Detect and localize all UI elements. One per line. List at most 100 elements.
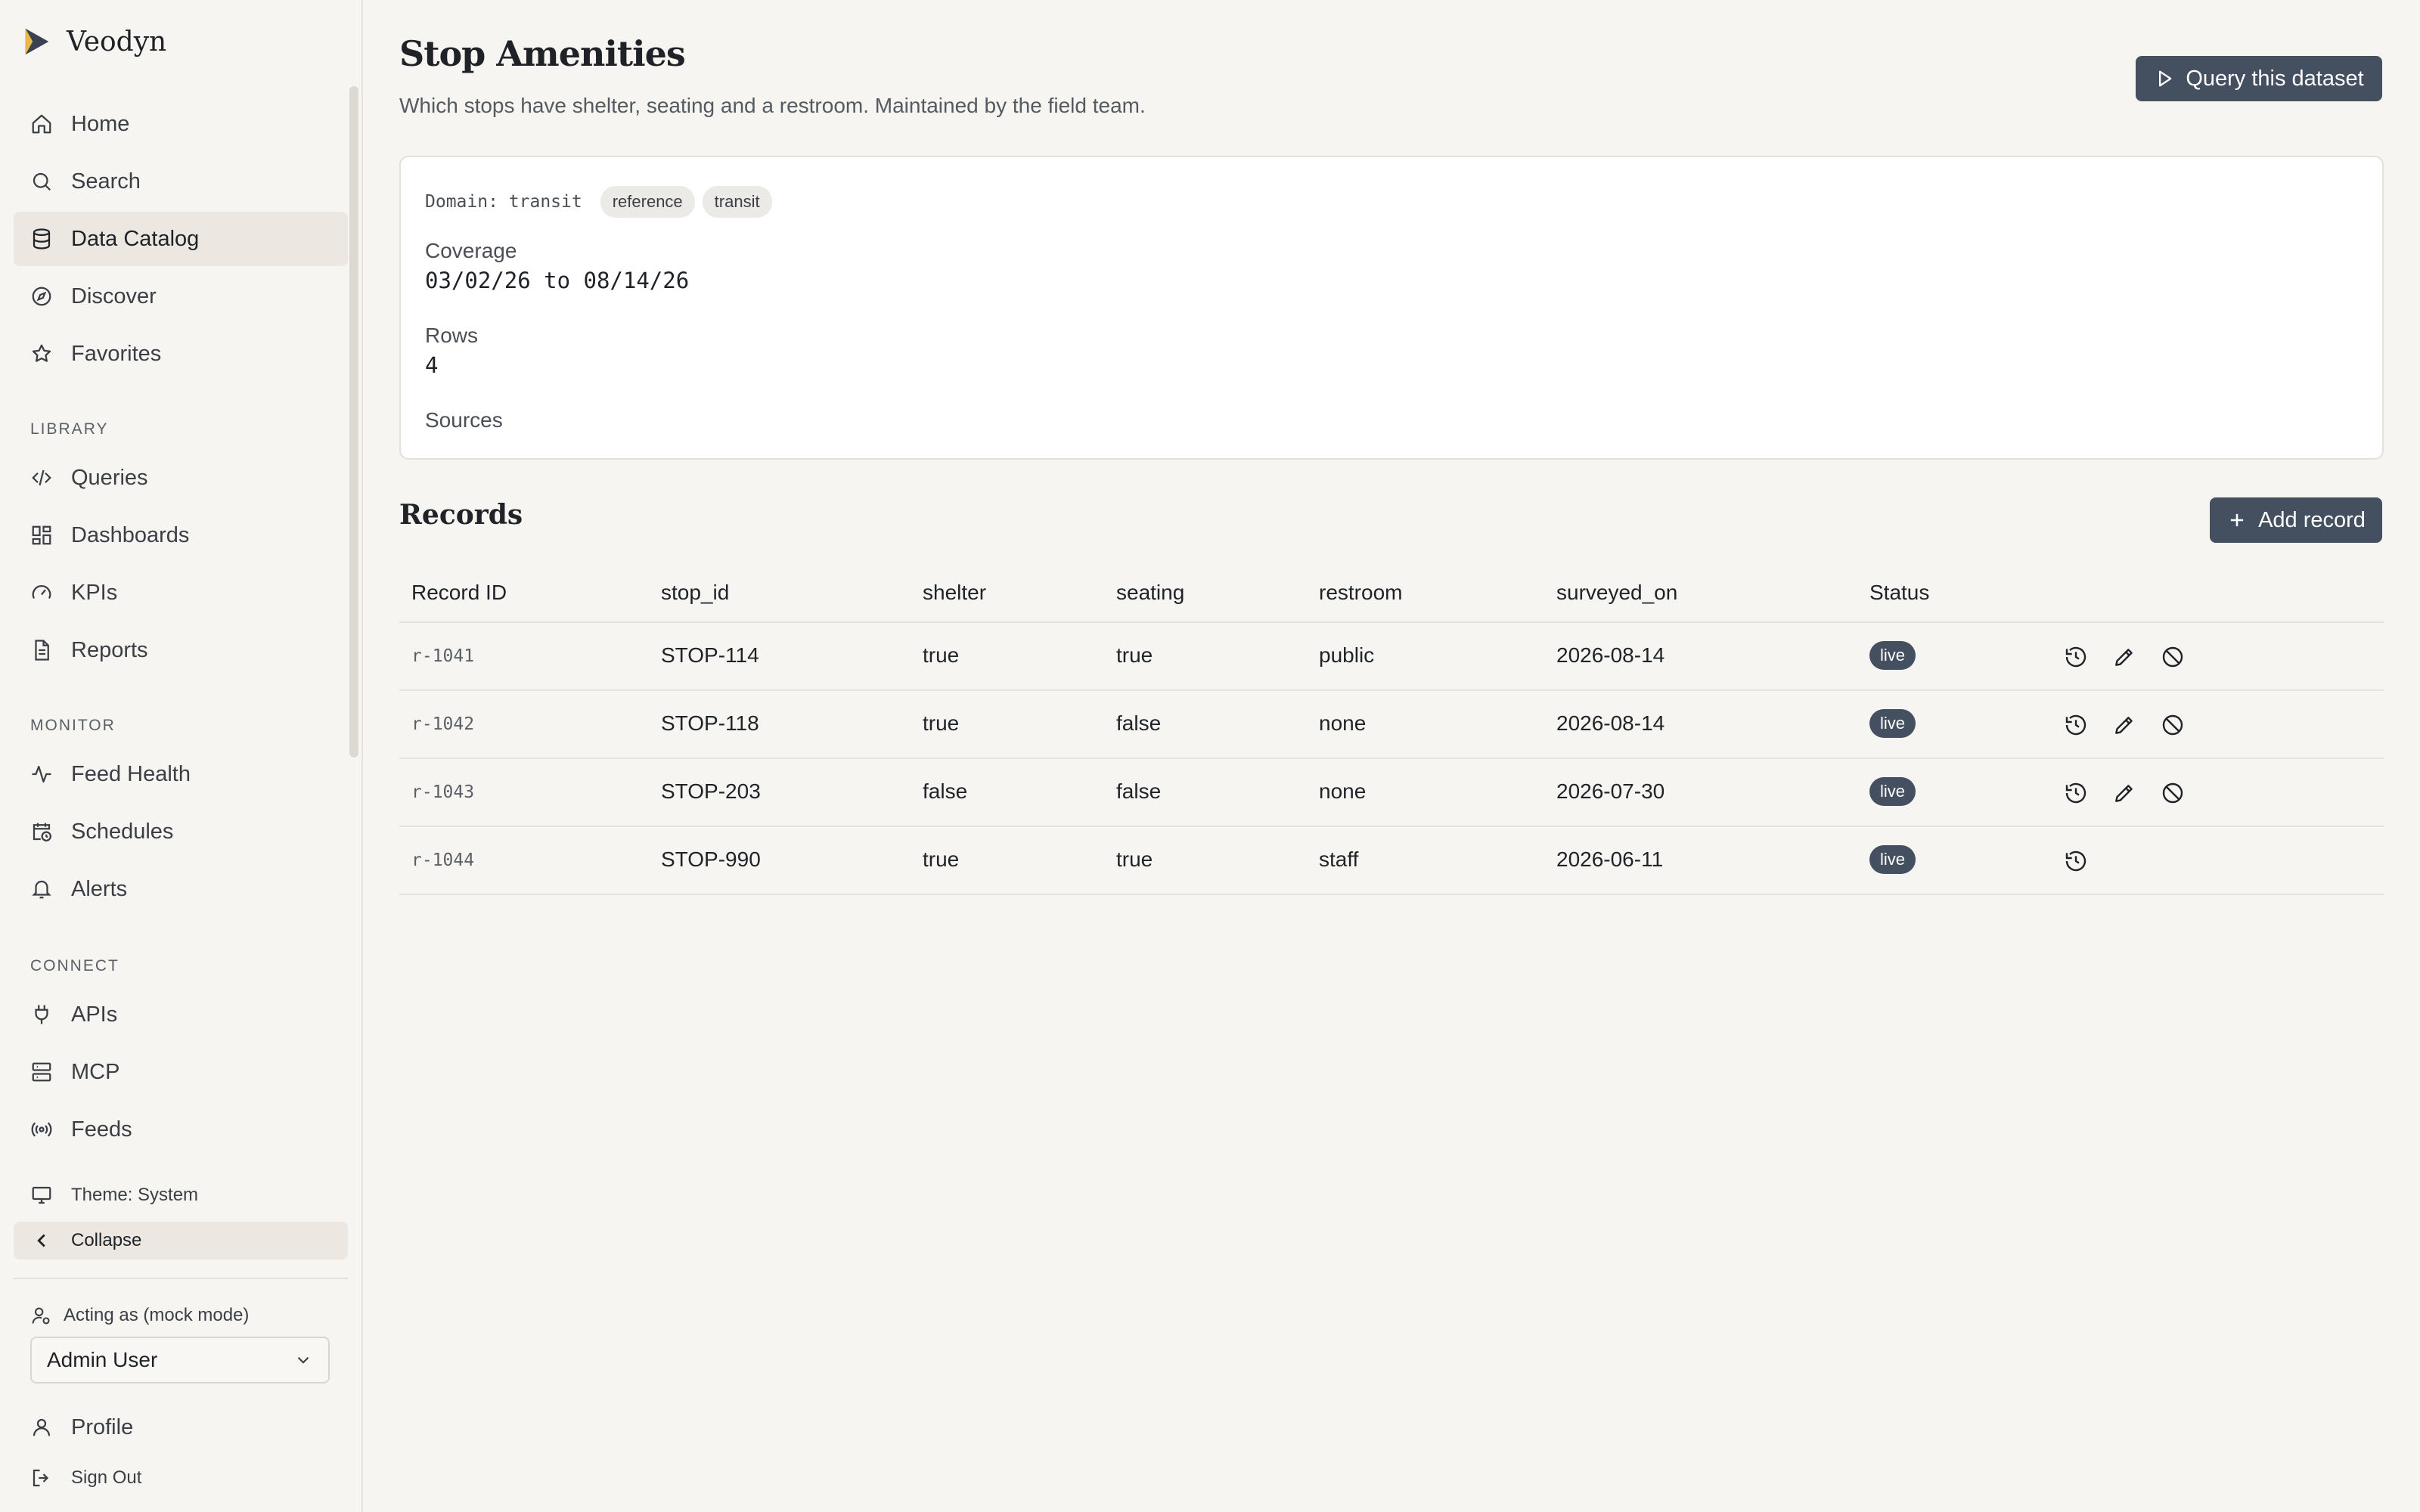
nav-label: Feeds bbox=[71, 1117, 132, 1142]
shelter-cell: true bbox=[923, 711, 960, 735]
column-header[interactable]: seating bbox=[1116, 581, 1184, 605]
nav-label: Profile bbox=[71, 1414, 134, 1439]
broadcast-icon bbox=[29, 1117, 54, 1142]
nav-item-reports[interactable]: Reports bbox=[14, 623, 348, 677]
logo-icon bbox=[25, 28, 49, 55]
nav-item-schedules[interactable]: Schedules bbox=[14, 804, 348, 859]
sidebar: Veodyn Home Search Data Catalog Discover… bbox=[0, 0, 363, 1512]
history-icon[interactable] bbox=[2062, 779, 2090, 807]
add-record-label: Add record bbox=[2258, 507, 2366, 532]
nav-label: Home bbox=[71, 111, 130, 136]
add-record-button[interactable]: Add record bbox=[2210, 497, 2382, 543]
compass-icon bbox=[29, 284, 54, 309]
sign-out-button[interactable]: Sign Out bbox=[14, 1453, 348, 1503]
table-row[interactable]: r-1043 STOP-203 false false none 2026-07… bbox=[399, 759, 2384, 827]
nav-item-home[interactable]: Home bbox=[14, 97, 348, 151]
app-logo[interactable]: Veodyn bbox=[20, 23, 166, 60]
coverage-label: Coverage bbox=[425, 239, 517, 262]
search-icon bbox=[29, 169, 54, 194]
bell-icon bbox=[29, 876, 54, 902]
nav-item-kpis[interactable]: KPIs bbox=[14, 565, 348, 620]
column-header[interactable]: shelter bbox=[923, 581, 986, 605]
disable-icon[interactable] bbox=[2158, 643, 2187, 671]
nav-item-profile[interactable]: Profile bbox=[14, 1400, 348, 1455]
section-label-connect: CONNECT bbox=[30, 957, 119, 974]
query-dataset-button[interactable]: Query this dataset bbox=[2136, 56, 2382, 101]
nav-label: Favorites bbox=[71, 341, 162, 366]
home-icon bbox=[29, 111, 54, 137]
acting-user-select[interactable]: Admin User bbox=[30, 1337, 330, 1383]
disable-icon[interactable] bbox=[2158, 711, 2187, 739]
shelter-cell: true bbox=[923, 847, 960, 871]
column-header[interactable]: Status bbox=[1869, 581, 1929, 605]
nav-item-alerts[interactable]: Alerts bbox=[14, 862, 348, 916]
chevron-left-icon bbox=[29, 1228, 54, 1253]
stop-id-cell: STOP-114 bbox=[661, 643, 759, 667]
database-icon bbox=[29, 226, 54, 252]
shelter-cell: false bbox=[923, 779, 968, 803]
nav-item-mcp[interactable]: MCP bbox=[14, 1045, 348, 1099]
seating-cell: false bbox=[1116, 711, 1162, 735]
nav-item-feed-health[interactable]: Feed Health bbox=[14, 747, 348, 801]
collapse-button[interactable]: Collapse bbox=[14, 1222, 348, 1259]
surveyed-on-cell: 2026-08-14 bbox=[1556, 643, 1665, 667]
nav-item-discover[interactable]: Discover bbox=[14, 269, 348, 324]
tag-chip[interactable]: transit bbox=[702, 186, 772, 218]
history-icon[interactable] bbox=[2062, 847, 2090, 875]
stop-id-cell: STOP-118 bbox=[661, 711, 759, 735]
section-label-monitor: MONITOR bbox=[30, 717, 116, 734]
edit-icon[interactable] bbox=[2110, 643, 2139, 671]
seating-cell: true bbox=[1116, 643, 1153, 667]
sidebar-scrollbar[interactable] bbox=[349, 86, 358, 758]
rows-value: 4 bbox=[425, 352, 439, 378]
nav-item-dashboards[interactable]: Dashboards bbox=[14, 508, 348, 562]
table-row[interactable]: r-1042 STOP-118 true false none 2026-08-… bbox=[399, 691, 2384, 759]
nav-item-feeds[interactable]: Feeds bbox=[14, 1102, 348, 1157]
nav-label: Data Catalog bbox=[71, 226, 200, 251]
rows-label: Rows bbox=[425, 324, 479, 347]
history-icon[interactable] bbox=[2062, 711, 2090, 739]
nav-label: Queries bbox=[71, 465, 148, 490]
record-id-cell: r-1042 bbox=[411, 714, 475, 734]
gauge-icon bbox=[29, 580, 54, 606]
document-icon bbox=[29, 637, 54, 663]
nav-item-search[interactable]: Search bbox=[14, 154, 348, 209]
domain-tags-row: Domain: transit reference transit bbox=[425, 186, 780, 218]
table-header: Record ID stop_id shelter seating restro… bbox=[399, 565, 2384, 623]
status-badge: live bbox=[1869, 777, 1916, 806]
record-id-cell: r-1044 bbox=[411, 850, 475, 870]
nav-item-favorites[interactable]: Favorites bbox=[14, 327, 348, 381]
play-icon bbox=[2159, 70, 2172, 87]
app-name: Veodyn bbox=[67, 26, 167, 57]
surveyed-on-cell: 2026-08-14 bbox=[1556, 711, 1665, 735]
user-icon bbox=[29, 1414, 54, 1440]
column-header[interactable]: Record ID bbox=[411, 581, 507, 605]
tag-chip[interactable]: reference bbox=[600, 186, 695, 218]
nav-label: APIs bbox=[71, 1002, 118, 1027]
nav-item-queries[interactable]: Queries bbox=[14, 451, 348, 505]
table-row[interactable]: r-1044 STOP-990 true true staff 2026-06-… bbox=[399, 827, 2384, 895]
edit-icon[interactable] bbox=[2110, 711, 2139, 739]
surveyed-on-cell: 2026-07-30 bbox=[1556, 779, 1665, 803]
disable-icon[interactable] bbox=[2158, 779, 2187, 807]
nav-item-apis[interactable]: APIs bbox=[14, 987, 348, 1042]
edit-icon[interactable] bbox=[2110, 779, 2139, 807]
nav-label: Reports bbox=[71, 637, 148, 662]
log-out-icon bbox=[29, 1465, 54, 1491]
collapse-label: Collapse bbox=[71, 1230, 142, 1250]
table-row[interactable]: r-1041 STOP-114 true true public 2026-08… bbox=[399, 623, 2384, 691]
dataset-metadata-card: Domain: transit reference transit Covera… bbox=[399, 156, 2384, 460]
activity-icon bbox=[29, 761, 54, 787]
history-icon[interactable] bbox=[2062, 643, 2090, 671]
sources-label: Sources bbox=[425, 408, 503, 432]
column-header[interactable]: surveyed_on bbox=[1556, 581, 1677, 605]
coverage-value: 03/02/26 to 08/14/26 bbox=[425, 268, 690, 293]
theme-label: Theme: System bbox=[71, 1185, 199, 1205]
stop-id-cell: STOP-990 bbox=[661, 847, 761, 871]
section-label-library: LIBRARY bbox=[30, 420, 109, 438]
record-id-cell: r-1041 bbox=[411, 646, 475, 666]
nav-item-data-catalog[interactable]: Data Catalog bbox=[14, 212, 348, 266]
column-header[interactable]: restroom bbox=[1319, 581, 1402, 605]
column-header[interactable]: stop_id bbox=[661, 581, 729, 605]
theme-toggle[interactable]: Theme: System bbox=[14, 1169, 348, 1222]
